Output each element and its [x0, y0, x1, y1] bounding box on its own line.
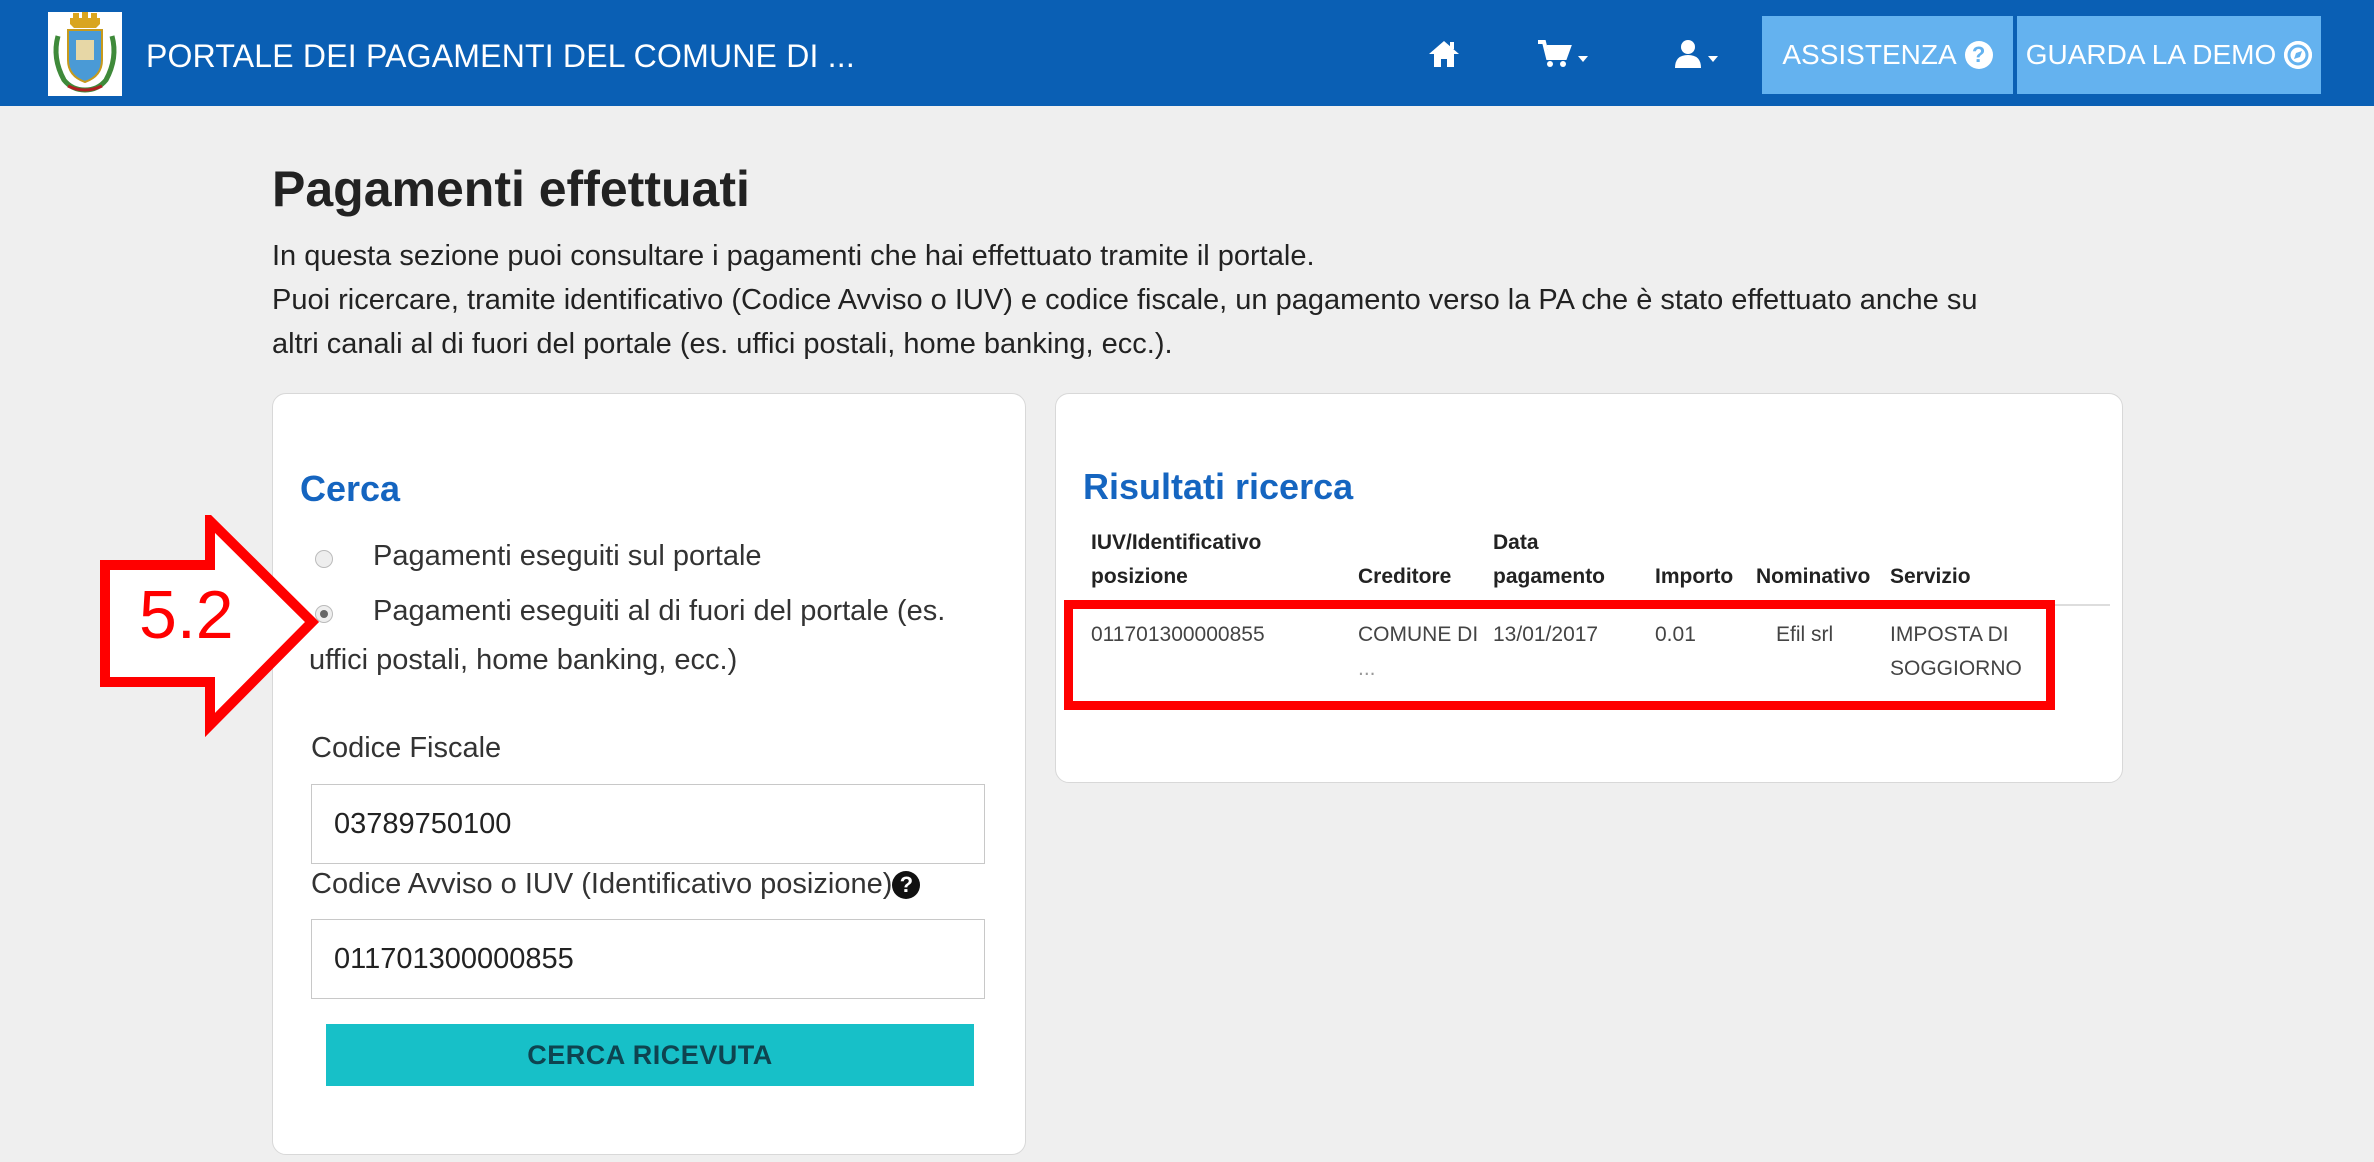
codice-fiscale-input[interactable]: 03789750100: [311, 784, 985, 864]
iuv-label: Codice Avviso o IUV (Identificativo posi…: [311, 868, 921, 901]
chevron-down-icon: [1578, 56, 1588, 62]
search-heading: Cerca: [300, 468, 401, 509]
compass-icon: [2284, 41, 2313, 69]
iuv-input[interactable]: 011701300000855: [311, 919, 985, 999]
top-navbar: PORTALE DEI PAGAMENTI DEL COMUNE DI ... …: [0, 0, 2374, 106]
cerca-ricevuta-button[interactable]: CERCA RICEVUTA: [326, 1024, 974, 1086]
option-portal-label[interactable]: Pagamenti eseguiti sul portale: [373, 540, 762, 573]
intro-text-line-1: In questa sezione puoi consultare i paga…: [272, 240, 1315, 272]
intro-text-line-3: altri canali al di fuori del portale (es…: [272, 328, 1173, 360]
guarda-demo-button[interactable]: GUARDA LA DEMO: [2017, 16, 2321, 94]
column-header-iuv: IUV/Identificativo posizione: [1091, 526, 1261, 594]
results-heading: Risultati ricerca: [1083, 466, 1354, 507]
guarda-demo-label: GUARDA LA DEMO: [2025, 39, 2277, 70]
column-header-nominativo: Nominativo: [1756, 565, 1871, 588]
column-header-data-pagamento: Data pagamento: [1493, 526, 1605, 594]
column-header-iuv-line-1: IUV/Identificativo: [1091, 531, 1262, 554]
user-dropdown[interactable]: [1673, 34, 1719, 74]
question-circle-icon[interactable]: ?: [892, 871, 921, 900]
results-panel: Risultati ricerca IUV/Identificativo pos…: [1055, 393, 2123, 783]
column-header-creditore: Creditore: [1358, 565, 1452, 588]
column-header-iuv-line-2: posizione: [1091, 565, 1188, 588]
page-title: Pagamenti effettuati: [272, 161, 750, 217]
assistenza-label: ASSISTENZA: [1782, 39, 1957, 70]
option-external-label-line-1[interactable]: Pagamenti eseguiti al di fuori del porta…: [373, 595, 945, 628]
column-header-data-line-1: Data: [1493, 531, 1539, 554]
option-external-label-line-2[interactable]: uffici postali, home banking, ecc.): [309, 644, 737, 677]
step-callout-label: 5.2: [139, 577, 234, 653]
assistenza-button[interactable]: ASSISTENZA ?: [1762, 16, 2013, 94]
question-circle-icon: ?: [1964, 41, 1993, 69]
result-row-highlight-box: [1064, 600, 2055, 710]
municipal-crest-logo: [48, 12, 122, 96]
portal-title[interactable]: PORTALE DEI PAGAMENTI DEL COMUNE DI ...: [146, 0, 855, 106]
column-header-servizio: Servizio: [1890, 565, 1971, 588]
column-header-importo: Importo: [1655, 565, 1734, 588]
iuv-label-text: Codice Avviso o IUV (Identificativo posi…: [311, 868, 893, 900]
chevron-down-icon: [1708, 56, 1718, 62]
search-panel: Cerca Pagamenti eseguiti sul portale Pag…: [272, 393, 1026, 1155]
column-header-data-line-2: pagamento: [1493, 565, 1606, 588]
intro-text-line-2: Puoi ricercare, tramite identificativo (…: [272, 284, 1978, 316]
user-icon: [1675, 40, 1701, 68]
home-icon[interactable]: [1428, 34, 1460, 74]
cart-icon: [1538, 40, 1572, 67]
cart-dropdown[interactable]: [1537, 34, 1589, 74]
codice-fiscale-label: Codice Fiscale: [311, 732, 502, 764]
